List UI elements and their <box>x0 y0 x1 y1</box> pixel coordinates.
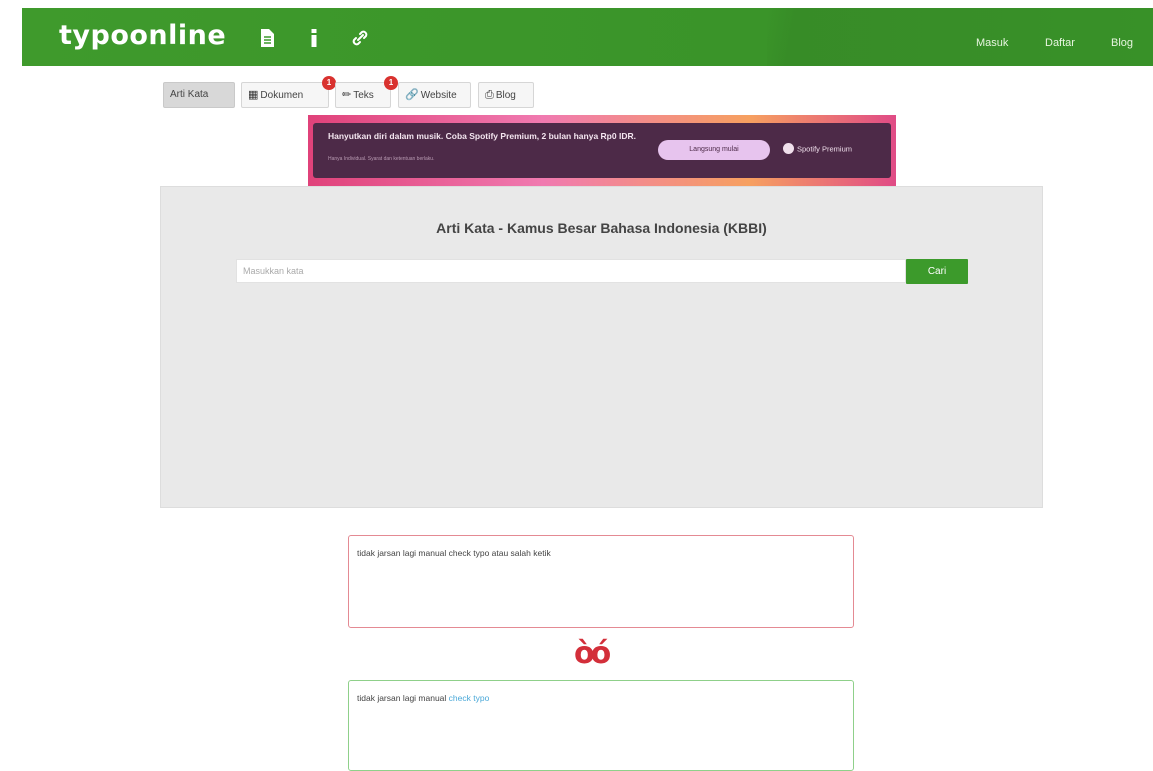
tab-dokumen[interactable]: ▦ Dokumen 1 <box>241 76 336 108</box>
document-icon: ▦ <box>248 89 259 101</box>
nav-register[interactable]: Daftar <box>1045 37 1075 49</box>
ad-content: Hanyutkan diri dalam musik. Coba Spotify… <box>313 123 891 178</box>
ad-brand-label: Spotify Premium <box>797 144 853 154</box>
tab-blog[interactable]: ⎙ Blog <box>478 82 534 108</box>
tab-teks[interactable]: ✏ Teks 1 <box>335 76 398 108</box>
ad-fine-print: Hanya Individual. Syarat dan ketentuan b… <box>328 156 435 162</box>
link-icon: 🔗 <box>405 89 419 101</box>
tab-label: Arti Kata <box>170 89 209 100</box>
ad-banner[interactable]: Hanyutkan diri dalam musik. Coba Spotify… <box>308 115 896 186</box>
ad-headline: Hanyutkan diri dalam musik. Coba Spotify… <box>328 131 636 141</box>
corrected-example-box: tidak jarsan lagi manual check typo <box>348 680 854 771</box>
tab-label: Teks <box>353 90 374 101</box>
ad-cta-button[interactable]: Langsung mulai <box>658 140 770 160</box>
page-title: Arti Kata - Kamus Besar Bahasa Indonesia… <box>436 220 767 236</box>
ad-brand: Spotify Premium <box>783 143 853 155</box>
nav-login[interactable]: Masuk <box>976 37 1008 49</box>
corrected-highlight: check typo <box>448 693 490 703</box>
typo-example-text: tidak jarsan lagi manual check typo atau… <box>357 548 551 558</box>
pencil-icon: ✏ <box>342 89 352 101</box>
tab-arti-kata[interactable]: Arti Kata <box>163 82 235 108</box>
search-input[interactable] <box>236 259 906 283</box>
eyes-logo-icon: òó <box>574 636 611 671</box>
print-icon: ⎙ <box>485 89 494 101</box>
info-icon[interactable] <box>303 27 325 49</box>
tab-website[interactable]: 🔗 Website <box>398 82 471 108</box>
header-bar: typoonline Masuk Daftar Blog <box>22 8 1153 66</box>
notification-badge: 1 <box>384 76 398 90</box>
tab-label: Dokumen <box>260 90 304 101</box>
nav-blog[interactable]: Blog <box>1111 37 1133 49</box>
notification-badge: 1 <box>322 76 336 90</box>
tab-label: Website <box>420 90 457 101</box>
header-shade <box>767 8 1153 66</box>
spotify-icon <box>783 143 794 154</box>
tab-label: Blog <box>495 90 516 101</box>
kbbi-panel: Arti Kata - Kamus Besar Bahasa Indonesia… <box>160 186 1043 508</box>
corrected-example-text: tidak jarsan lagi manual <box>357 693 449 703</box>
site-logo[interactable]: typoonline <box>59 20 226 51</box>
search-button[interactable]: Cari <box>906 259 968 284</box>
link-icon[interactable] <box>349 27 371 49</box>
document-icon[interactable] <box>256 27 278 49</box>
typo-example-box: tidak jarsan lagi manual check typo atau… <box>348 535 854 628</box>
